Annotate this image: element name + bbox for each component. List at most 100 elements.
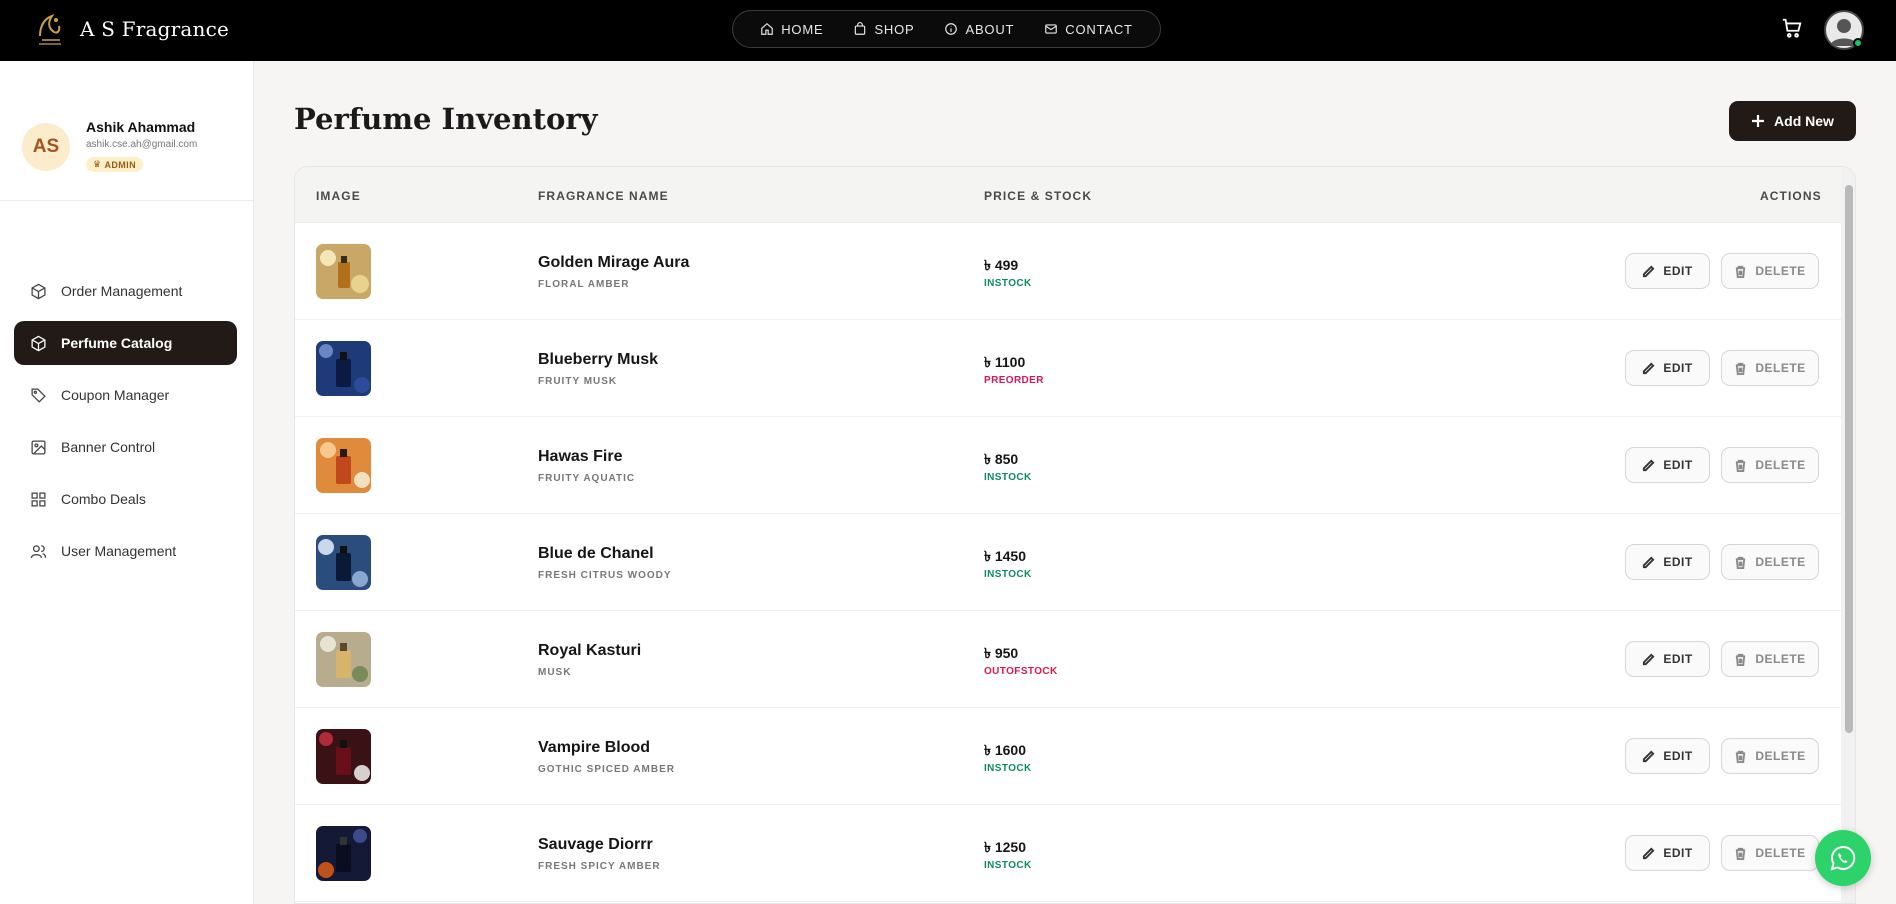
stock-status: INSTOCK bbox=[984, 472, 1032, 483]
stock-status: INSTOCK bbox=[984, 278, 1032, 289]
perfume-bottle-image bbox=[316, 535, 371, 590]
product-name: Vampire Blood bbox=[538, 739, 651, 756]
sidebar-item-label: Combo Deals bbox=[61, 491, 146, 507]
delete-label: DELETE bbox=[1755, 846, 1806, 860]
grid-icon bbox=[31, 491, 46, 507]
product-price: ৳ 1100 bbox=[984, 354, 1026, 370]
table-row: Royal Kasturi MUSK ৳ 950 OUTOFSTOCK EDIT… bbox=[295, 611, 1841, 708]
stock-status: INSTOCK bbox=[984, 860, 1032, 871]
pencil-icon bbox=[1643, 362, 1655, 374]
pencil-icon bbox=[1643, 847, 1655, 859]
delete-label: DELETE bbox=[1755, 555, 1806, 569]
sidebar-item-perfume-catalog[interactable]: Perfume Catalog bbox=[14, 321, 237, 365]
sidebar-menu: Order Management Perfume Catalog Coupon … bbox=[14, 269, 237, 581]
product-price: ৳ 850 bbox=[984, 451, 1019, 467]
edit-label: EDIT bbox=[1663, 749, 1693, 763]
sidebar-item-label: Coupon Manager bbox=[61, 387, 170, 403]
edit-button[interactable]: EDIT bbox=[1625, 253, 1710, 289]
nav-home[interactable]: HOME bbox=[760, 22, 823, 37]
scrollbar-thumb[interactable] bbox=[1845, 185, 1853, 733]
nav-about-label: ABOUT bbox=[965, 21, 1015, 37]
product-family: FRUITY AQUATIC bbox=[538, 473, 636, 484]
delete-button[interactable]: DELETE bbox=[1721, 350, 1819, 386]
perfume-bottle-image bbox=[316, 729, 371, 784]
product-image bbox=[316, 535, 371, 590]
edit-button[interactable]: EDIT bbox=[1625, 544, 1710, 580]
nav-shop[interactable]: SHOP bbox=[853, 22, 914, 37]
edit-button[interactable]: EDIT bbox=[1625, 447, 1710, 483]
sidebar-item-combo-deals[interactable]: Combo Deals bbox=[14, 477, 237, 521]
product-family: FRUITY MUSK bbox=[538, 376, 618, 387]
sidebar-item-label: Banner Control bbox=[61, 439, 156, 455]
plus-icon bbox=[1752, 115, 1765, 127]
table-row: Vampire Blood GOTHIC SPICED AMBER ৳ 1600… bbox=[295, 708, 1841, 805]
table-header: IMAGE FRAGRANCE NAME PRICE & STOCK ACTIO… bbox=[295, 167, 1855, 223]
header-name: FRAGRANCE NAME bbox=[538, 189, 669, 203]
product-name: Hawas Fire bbox=[538, 448, 623, 465]
delete-label: DELETE bbox=[1755, 749, 1806, 763]
cart-button[interactable] bbox=[1781, 17, 1805, 41]
product-family: GOTHIC SPICED AMBER bbox=[538, 764, 675, 775]
bag-icon bbox=[855, 22, 866, 35]
edit-button[interactable]: EDIT bbox=[1625, 738, 1710, 774]
profile-name: Ashik Ahammad bbox=[86, 119, 196, 135]
sidebar-item-label: User Management bbox=[61, 543, 177, 559]
edit-label: EDIT bbox=[1663, 555, 1693, 569]
edit-button[interactable]: EDIT bbox=[1625, 641, 1710, 677]
profile-card: AS Ashik Ahammad ashik.cse.ah@gmail.com … bbox=[0, 61, 253, 201]
main-nav: HOME SHOP ABOUT CONTACT bbox=[732, 10, 1161, 48]
table-scrollbar[interactable] bbox=[1841, 167, 1855, 903]
trash-icon bbox=[1736, 847, 1746, 860]
table-row: Blueberry Musk FRUITY MUSK ৳ 1100 PREORD… bbox=[295, 320, 1841, 417]
product-name: Sauvage Diorrr bbox=[538, 836, 653, 853]
stock-status: OUTOFSTOCK bbox=[984, 666, 1058, 677]
trash-icon bbox=[1736, 362, 1746, 375]
brand[interactable]: A S Fragrance bbox=[32, 10, 229, 48]
cart-icon bbox=[1782, 18, 1802, 38]
stock-status: PREORDER bbox=[984, 375, 1044, 386]
table-row: Blue de Chanel FRESH CITRUS WOODY ৳ 1450… bbox=[295, 514, 1841, 611]
delete-button[interactable]: DELETE bbox=[1721, 253, 1819, 289]
perfume-bottle-image bbox=[316, 341, 371, 396]
image-icon bbox=[31, 439, 46, 455]
sidebar-item-coupon-manager[interactable]: Coupon Manager bbox=[14, 373, 237, 417]
edit-label: EDIT bbox=[1663, 458, 1693, 472]
sidebar-item-user-management[interactable]: User Management bbox=[14, 529, 237, 573]
perfume-bottle-image bbox=[316, 438, 371, 493]
trash-icon bbox=[1736, 265, 1746, 278]
box-icon bbox=[31, 335, 46, 351]
users-icon bbox=[30, 544, 47, 558]
stock-status: INSTOCK bbox=[984, 763, 1032, 774]
profile-avatar: AS bbox=[22, 123, 70, 171]
header-image: IMAGE bbox=[316, 189, 361, 203]
edit-button[interactable]: EDIT bbox=[1625, 835, 1710, 871]
mail-icon bbox=[1045, 24, 1058, 34]
delete-button[interactable]: DELETE bbox=[1721, 447, 1819, 483]
product-image bbox=[316, 438, 371, 493]
product-price: ৳ 1600 bbox=[984, 742, 1027, 758]
sidebar-item-label: Order Management bbox=[61, 283, 183, 299]
delete-button[interactable]: DELETE bbox=[1721, 738, 1819, 774]
delete-label: DELETE bbox=[1755, 458, 1806, 472]
delete-button[interactable]: DELETE bbox=[1721, 835, 1819, 871]
nav-shop-label: SHOP bbox=[874, 21, 915, 37]
page-title: Perfume Inventory bbox=[294, 102, 598, 136]
pencil-icon bbox=[1643, 653, 1655, 665]
product-image bbox=[316, 341, 371, 396]
product-family: MUSK bbox=[538, 667, 572, 678]
sidebar-item-banner-control[interactable]: Banner Control bbox=[14, 425, 237, 469]
sidebar-item-order-management[interactable]: Order Management bbox=[14, 269, 237, 313]
add-new-button[interactable]: Add New bbox=[1729, 101, 1856, 141]
delete-button[interactable]: DELETE bbox=[1721, 641, 1819, 677]
pencil-icon bbox=[1643, 459, 1655, 471]
nav-contact[interactable]: CONTACT bbox=[1044, 22, 1132, 37]
trash-icon bbox=[1736, 459, 1746, 472]
role-badge-label: ADMIN bbox=[104, 159, 136, 170]
top-navbar: A S Fragrance HOME SHOP ABOUT CONTACT bbox=[0, 0, 1896, 61]
delete-button[interactable]: DELETE bbox=[1721, 544, 1819, 580]
product-family: FLORAL AMBER bbox=[538, 279, 630, 290]
nav-about[interactable]: ABOUT bbox=[944, 22, 1014, 37]
whatsapp-chat-button[interactable] bbox=[1815, 830, 1871, 886]
admin-sidebar: AS Ashik Ahammad ashik.cse.ah@gmail.com … bbox=[0, 61, 254, 904]
edit-button[interactable]: EDIT bbox=[1625, 350, 1710, 386]
